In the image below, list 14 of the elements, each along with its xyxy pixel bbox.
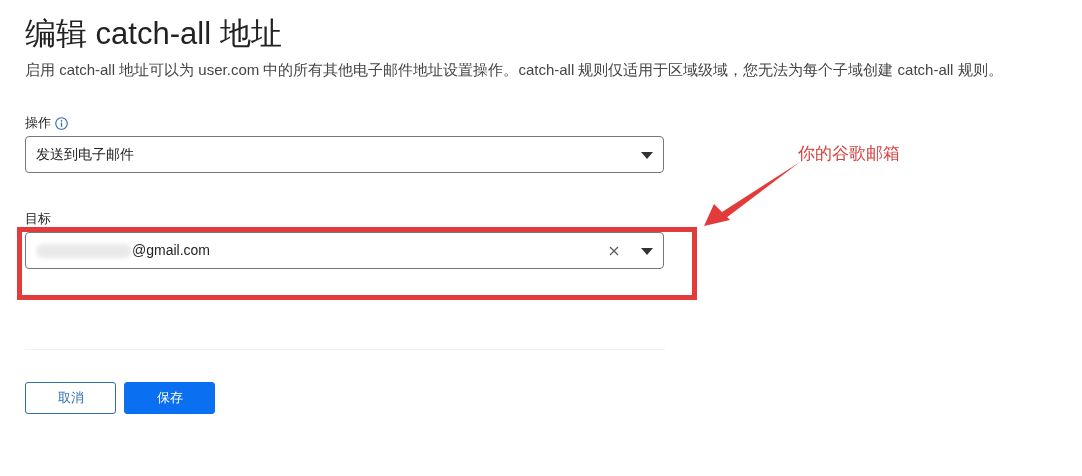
- select-field[interactable]: 发送到电子邮件: [25, 136, 664, 173]
- info-icon[interactable]: [55, 116, 68, 130]
- annotation-text: 你的谷歌邮箱: [798, 143, 900, 165]
- caret-icon: [641, 246, 653, 255]
- combobox-field[interactable]: @gmail.com: [25, 232, 664, 269]
- caret-icon: [641, 150, 653, 159]
- save-button[interactable]: 保存: [124, 382, 215, 414]
- field-label: 目标: [25, 210, 52, 228]
- field-value: @gmail.com: [132, 241, 211, 260]
- description-text: 启用 catch-all 地址可以为 user.com 中的所有其他电子邮件地址设置操作。catch-all 规则仅适用于区域级域，您无法为每个子域创建 catch-all 规则。: [25, 60, 1004, 80]
- field-label: 操作: [25, 114, 51, 132]
- clear-icon[interactable]: [609, 245, 619, 256]
- cancel-button[interactable]: 取消: [25, 382, 116, 414]
- page-title: 编辑 catch-all 地址: [25, 15, 283, 53]
